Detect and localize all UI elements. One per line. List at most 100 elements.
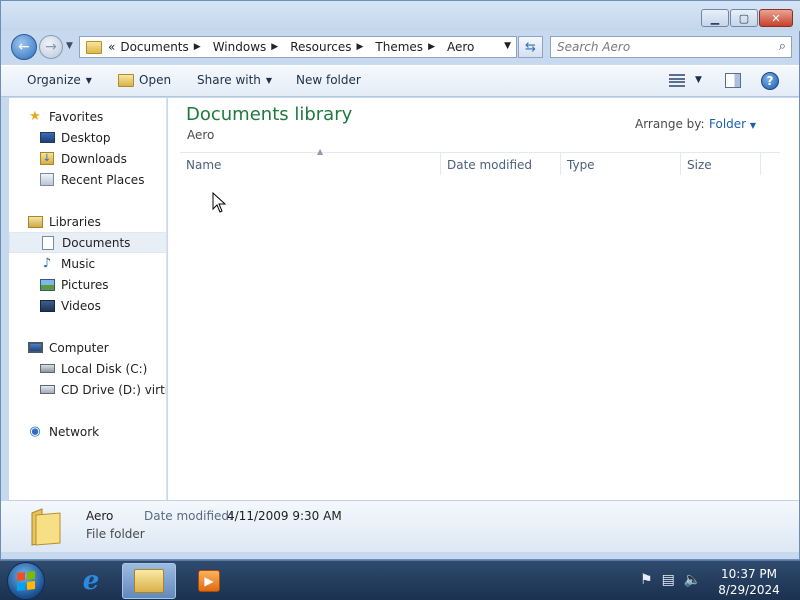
back-arrow-icon: ←	[18, 39, 30, 55]
folder-icon	[31, 508, 61, 546]
recent-pages-dropdown[interactable]: ▼	[66, 41, 73, 51]
mouse-cursor-icon	[212, 192, 227, 213]
column-divider[interactable]	[440, 153, 441, 175]
nav-downloads[interactable]: ↓ Downloads	[39, 148, 127, 169]
documents-icon	[40, 235, 56, 251]
pictures-icon	[39, 277, 55, 293]
selected-item-type: File folder	[86, 527, 145, 541]
maximize-button[interactable]: ▢	[730, 9, 758, 27]
breadcrumb-item[interactable]: Documents ▶	[120, 40, 207, 54]
breadcrumb-chevron-icon[interactable]: ▶	[428, 42, 435, 52]
windows-logo-icon	[17, 571, 35, 591]
recent-places-icon	[39, 172, 55, 188]
arrange-by-dropdown[interactable]: Folder ▼	[709, 117, 756, 131]
preview-pane-icon[interactable]	[725, 73, 741, 88]
breadcrumb-chevron-icon[interactable]: ▶	[356, 42, 363, 52]
new-folder-button[interactable]: New folder	[296, 73, 361, 87]
breadcrumb-item[interactable]: Resources ▶	[290, 40, 370, 54]
nav-music[interactable]: ♪ Music	[39, 253, 95, 274]
breadcrumb-overflow[interactable]: «	[108, 40, 115, 54]
explorer-folder-icon	[134, 569, 164, 593]
chevron-down-icon: ▼	[265, 75, 273, 85]
volume-muted-icon[interactable]: 🔈	[684, 572, 701, 588]
forward-arrow-icon: →	[45, 39, 57, 55]
address-dropdown-icon[interactable]: ▼	[504, 41, 511, 51]
folder-icon	[86, 40, 102, 54]
star-icon: ★	[29, 109, 41, 124]
breadcrumb-item[interactable]: Themes ▶	[375, 40, 442, 54]
open-button[interactable]: Open	[118, 73, 171, 87]
breadcrumb-chevron-icon[interactable]: ▶	[194, 42, 201, 52]
forward-button[interactable]: →	[39, 35, 63, 59]
address-bar[interactable]: « Documents ▶ Windows ▶ Resources ▶ Themes ▶…	[79, 36, 517, 58]
libraries-icon	[27, 214, 43, 230]
file-list-pane[interactable]: Documents library Aero Arrange by: Folde…	[168, 98, 799, 500]
close-icon: ✕	[771, 11, 781, 25]
nav-desktop[interactable]: Desktop	[39, 127, 111, 148]
refresh-icon: ⇆	[525, 39, 536, 55]
taskbar: e ▶ ⚑ ▤ 🔈 10:37 PM 8/29/2024	[0, 560, 800, 600]
nav-cd-drive[interactable]: CD Drive (D:) virtio-w	[39, 379, 166, 400]
nav-computer[interactable]: Computer	[27, 337, 109, 358]
nav-pictures[interactable]: Pictures	[39, 274, 109, 295]
help-icon[interactable]: ?	[761, 72, 779, 90]
share-with-menu[interactable]: Share with ▼	[197, 73, 272, 87]
refresh-button[interactable]: ⇆	[518, 36, 543, 58]
window-controls: ▁ ▢ ✕	[700, 9, 793, 27]
close-button[interactable]: ✕	[759, 9, 793, 27]
column-size[interactable]: Size	[687, 158, 712, 172]
videos-icon	[39, 298, 55, 314]
minimize-icon: ▁	[710, 11, 720, 25]
nav-favorites[interactable]: ★ Favorites	[27, 106, 103, 127]
column-divider[interactable]	[680, 153, 681, 175]
navigation-bar: ← → ▼ « Documents ▶ Windows ▶ Resources ▶ T…	[1, 31, 800, 65]
chevron-down-icon: ▼	[85, 75, 92, 85]
breadcrumb-chevron-icon[interactable]: ▶	[271, 42, 278, 52]
title-bar[interactable]: ▁ ▢ ✕	[1, 1, 800, 31]
search-input[interactable]	[551, 37, 761, 57]
minimize-button[interactable]: ▁	[701, 9, 729, 27]
media-player-icon: ▶	[198, 570, 220, 592]
organize-menu[interactable]: Organize ▼	[27, 73, 92, 87]
search-icon[interactable]: ⌕	[779, 39, 786, 54]
column-divider[interactable]	[560, 153, 561, 175]
sort-ascending-icon: ▲	[317, 147, 324, 156]
open-folder-icon	[118, 73, 134, 87]
network-icon: ◉	[29, 424, 41, 439]
clock-date: 8/29/2024	[718, 583, 780, 597]
breadcrumb-item[interactable]: Aero	[447, 40, 474, 54]
details-pane: Aero File folder Date modified: 4/11/200…	[1, 500, 799, 552]
network-status-icon[interactable]: ▤	[662, 572, 675, 588]
change-view-icon[interactable]	[669, 74, 685, 87]
breadcrumb-item[interactable]: Windows ▶	[213, 40, 286, 54]
nav-documents[interactable]: Documents	[9, 232, 166, 253]
column-name[interactable]: Name	[186, 158, 221, 172]
nav-videos[interactable]: Videos	[39, 295, 101, 316]
nav-network[interactable]: ◉ Network	[27, 421, 99, 442]
start-button[interactable]	[7, 562, 45, 600]
hard-drive-icon	[39, 361, 55, 377]
maximize-icon: ▢	[738, 11, 750, 25]
computer-icon	[27, 340, 43, 356]
desktop-icon	[39, 130, 55, 146]
arrange-by-label: Arrange by:	[635, 117, 705, 131]
action-center-flag-icon[interactable]: ⚑	[640, 572, 653, 588]
column-date-modified[interactable]: Date modified	[447, 158, 532, 172]
search-box: ⌕	[550, 36, 792, 58]
nav-recent-places[interactable]: Recent Places	[39, 169, 144, 190]
system-tray: ⚑ ▤ 🔈	[640, 572, 701, 588]
nav-local-disk[interactable]: Local Disk (C:)	[39, 358, 147, 379]
taskbar-internet-explorer[interactable]: e	[64, 563, 118, 599]
taskbar-media-player[interactable]: ▶	[182, 563, 236, 599]
date-modified-value: 4/11/2009 9:30 AM	[227, 509, 342, 523]
column-type[interactable]: Type	[567, 158, 595, 172]
nav-libraries[interactable]: Libraries	[27, 211, 101, 232]
view-options-dropdown-icon[interactable]: ▼	[695, 75, 702, 85]
downloads-icon: ↓	[39, 151, 55, 167]
date-modified-label: Date modified:	[144, 509, 234, 523]
clock[interactable]: 10:37 PM 8/29/2024	[714, 566, 784, 598]
clock-time: 10:37 PM	[721, 567, 777, 581]
column-divider[interactable]	[760, 153, 761, 175]
back-button[interactable]: ←	[11, 34, 37, 60]
taskbar-windows-explorer[interactable]	[122, 563, 176, 599]
